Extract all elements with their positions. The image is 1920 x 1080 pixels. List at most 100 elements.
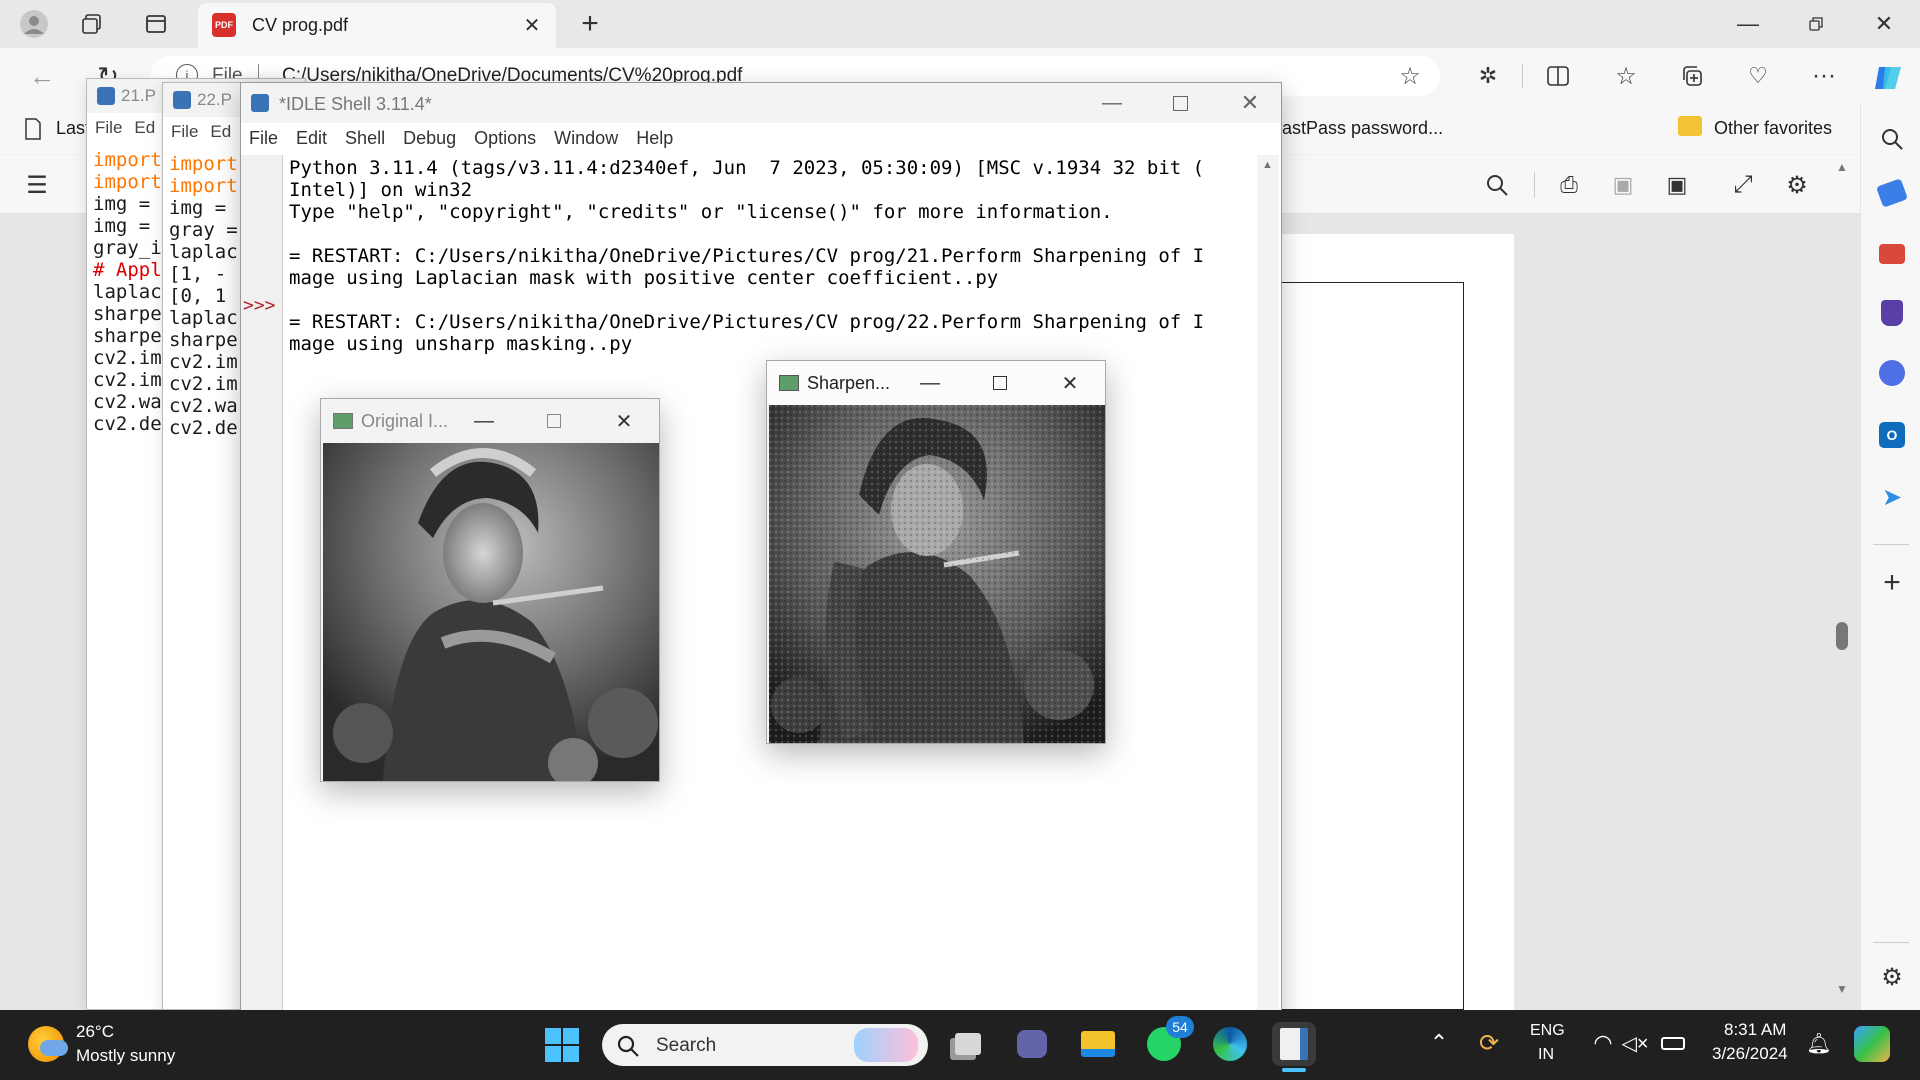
restore-browser-icon[interactable]: [1794, 6, 1838, 42]
sharpened-minimize-icon[interactable]: —: [895, 361, 965, 405]
tools-icon[interactable]: [1879, 244, 1905, 264]
new-tab-icon[interactable]: +: [572, 6, 608, 42]
shell-minimize-icon[interactable]: —: [1089, 87, 1135, 119]
shell-menu-options[interactable]: Options: [474, 128, 536, 149]
microsoft-365-icon[interactable]: [1879, 360, 1905, 386]
clock-date[interactable]: 3/26/2024: [1712, 1044, 1788, 1064]
code-line: [1, -: [169, 263, 227, 285]
scroll-thumb[interactable]: [1836, 622, 1848, 650]
fullscreen-icon[interactable]: ⤢: [1726, 168, 1760, 202]
code-line: import: [169, 153, 238, 175]
copilot-icon[interactable]: [1866, 56, 1910, 100]
shell-output[interactable]: Python 3.11.4 (tags/v3.11.4:d2340ef, Jun…: [289, 157, 1249, 355]
editor-22-menu-edit[interactable]: Ed: [210, 122, 231, 142]
sharpened-image: [769, 405, 1105, 743]
favorites-icon[interactable]: ☆: [1608, 58, 1644, 94]
collections-icon[interactable]: [1674, 58, 1710, 94]
shell-menu-debug[interactable]: Debug: [403, 128, 456, 149]
shell-menu-help[interactable]: Help: [636, 128, 673, 149]
shell-menu-shell[interactable]: Shell: [345, 128, 385, 149]
wifi-icon[interactable]: ◠: [1588, 1028, 1618, 1058]
volume-muted-icon[interactable]: ◁×: [1620, 1028, 1650, 1058]
editor-21-menu-file[interactable]: File: [95, 118, 122, 138]
shell-menu-file[interactable]: File: [249, 128, 278, 149]
windows-start-icon[interactable]: [545, 1028, 579, 1062]
original-minimize-icon[interactable]: —: [449, 399, 519, 443]
clock-time[interactable]: 8:31 AM: [1724, 1020, 1786, 1040]
original-maximize-icon[interactable]: [519, 399, 589, 443]
pdf-scrollbar[interactable]: ▲ ▼: [1834, 160, 1850, 1000]
sync-icon[interactable]: ⟳: [1474, 1028, 1504, 1058]
favorite-lastpass[interactable]: astPass password...: [1282, 118, 1443, 139]
shell-maximize-icon[interactable]: [1157, 87, 1203, 119]
editor-22-code[interactable]: import import img = gray = laplac [1, - [0,…: [163, 147, 239, 439]
copilot-taskbar-icon[interactable]: [1854, 1026, 1890, 1062]
profile-icon[interactable]: [14, 6, 54, 42]
print-icon[interactable]: ⎙: [1552, 168, 1586, 202]
sharpened-close-icon[interactable]: ✕: [1035, 361, 1105, 405]
browser-essentials-icon[interactable]: ♡: [1740, 58, 1776, 94]
folder-icon: [1678, 116, 1702, 136]
shell-titlebar[interactable]: *IDLE Shell 3.11.4* — ✕: [241, 83, 1281, 123]
vertical-tabs-icon[interactable]: [136, 6, 176, 42]
send-icon[interactable]: ➤: [1877, 484, 1907, 511]
sharpened-maximize-icon[interactable]: [965, 361, 1035, 405]
sidebar-search-icon[interactable]: [1875, 122, 1909, 156]
pdf-settings-icon[interactable]: ⚙: [1780, 168, 1814, 202]
split-screen-icon[interactable]: [1540, 58, 1576, 94]
whatsapp-icon[interactable]: 54: [1142, 1016, 1194, 1066]
edge-icon[interactable]: [1208, 1022, 1252, 1066]
weather-temperature[interactable]: 26°C: [76, 1022, 114, 1042]
show-hidden-icons-icon[interactable]: ⌃: [1424, 1028, 1454, 1058]
back-arrow-icon[interactable]: ←: [22, 58, 62, 94]
extensions-icon[interactable]: ✲: [1470, 58, 1506, 94]
original-image-window[interactable]: Original I... — ✕: [320, 398, 660, 782]
sidebar-settings-icon[interactable]: ⚙: [1875, 960, 1909, 994]
code-line: gray =: [169, 219, 238, 241]
file-explorer-icon[interactable]: [1076, 1022, 1120, 1066]
tab-cv-prog[interactable]: PDF CV prog.pdf ✕: [198, 3, 556, 48]
shell-menu-edit[interactable]: Edit: [296, 128, 327, 149]
scroll-up-icon[interactable]: ▲: [1836, 160, 1848, 174]
games-icon[interactable]: [1881, 300, 1903, 326]
window-app-icon: [779, 375, 799, 391]
save-as-icon[interactable]: ▣: [1660, 168, 1694, 202]
code-line: cv2.de: [93, 413, 162, 435]
teams-meet-icon[interactable]: [1010, 1022, 1054, 1066]
shell-close-icon[interactable]: ✕: [1227, 87, 1273, 119]
outlook-icon[interactable]: O: [1879, 422, 1905, 448]
code-line: img =: [93, 215, 151, 237]
notifications-bell-icon[interactable]: 🔔︎: [1804, 1028, 1834, 1058]
minimize-browser-icon[interactable]: —: [1726, 6, 1770, 42]
favorite-last[interactable]: Last: [56, 118, 90, 139]
editor-21-menu-edit[interactable]: Ed: [134, 118, 155, 138]
python-idle-taskbar-icon[interactable]: [1272, 1022, 1316, 1066]
find-icon[interactable]: [1480, 168, 1514, 202]
code-line: cv2.im: [93, 347, 162, 369]
original-close-icon[interactable]: ✕: [589, 399, 659, 443]
editor-21-code[interactable]: import import img = img = gray_i # Appl lapl…: [87, 143, 167, 435]
scroll-down-icon[interactable]: ▼: [1836, 982, 1848, 996]
more-menu-icon[interactable]: ···: [1806, 58, 1842, 94]
shell-scrollbar[interactable]: ▲: [1257, 155, 1279, 1023]
save-icon[interactable]: ▣: [1606, 168, 1640, 202]
editor-22-menu-file[interactable]: File: [171, 122, 198, 142]
task-view-icon[interactable]: [946, 1022, 990, 1066]
language-bottom[interactable]: IN: [1538, 1046, 1554, 1064]
sharpened-image-window[interactable]: Sharpen... — ✕: [766, 360, 1106, 744]
workspaces-icon[interactable]: [72, 6, 112, 42]
close-tab-icon[interactable]: ✕: [518, 11, 546, 39]
shell-scroll-up-icon[interactable]: ▲: [1262, 159, 1273, 171]
code-line: cv2.wa: [93, 391, 162, 413]
weather-condition[interactable]: Mostly sunny: [76, 1046, 175, 1066]
taskbar-search-box[interactable]: Search: [602, 1024, 928, 1066]
other-favorites[interactable]: Other favorites: [1714, 118, 1832, 139]
contents-list-icon[interactable]: ☰: [20, 168, 54, 202]
add-sidebar-app-icon[interactable]: +: [1875, 566, 1909, 600]
language-top[interactable]: ENG: [1530, 1022, 1565, 1040]
shell-menu-window[interactable]: Window: [554, 128, 618, 149]
battery-icon[interactable]: [1656, 1028, 1690, 1058]
shopping-tag-icon[interactable]: [1876, 178, 1908, 208]
close-browser-icon[interactable]: ✕: [1862, 6, 1906, 42]
favorite-star-icon[interactable]: ☆: [1396, 62, 1424, 90]
